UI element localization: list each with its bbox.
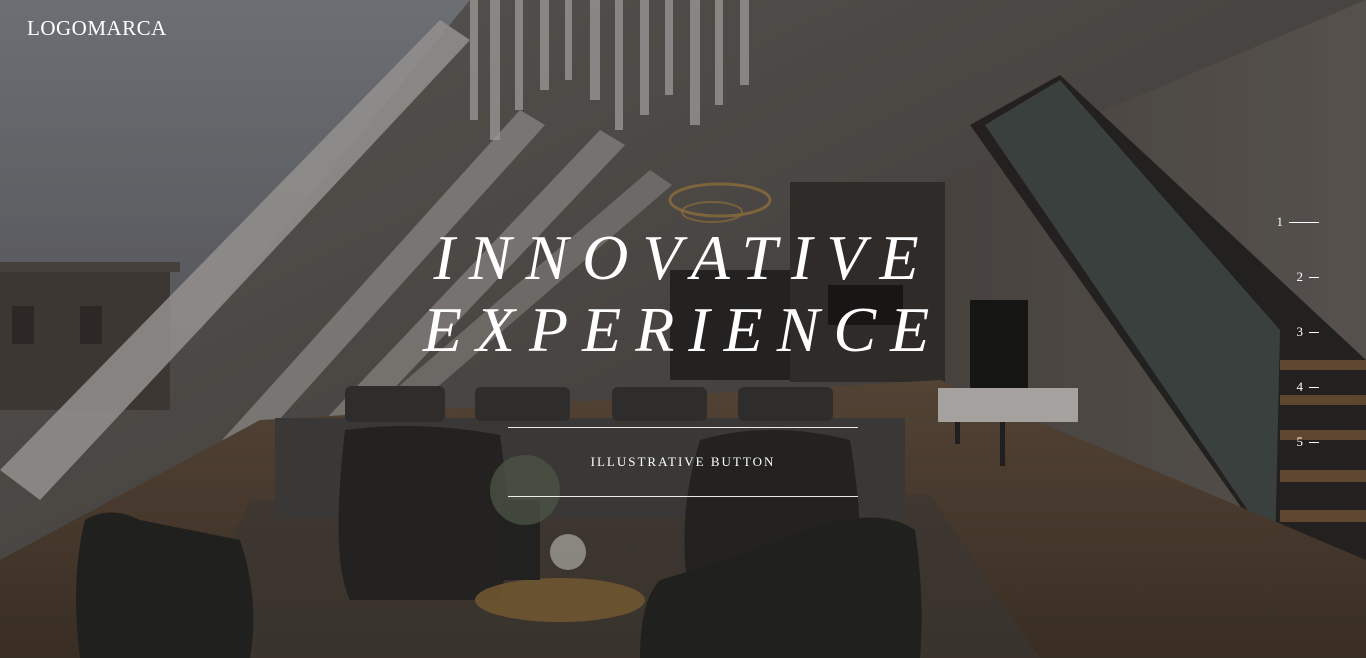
slide-indicator-line (1309, 386, 1319, 388)
logo-link[interactable]: LOGOMARCA (27, 16, 167, 41)
illustrative-button[interactable]: ILLUSTRATIVE BUTTON (508, 427, 858, 497)
slide-nav-item-3[interactable]: 3 (1239, 323, 1319, 341)
slide-nav-item-4[interactable]: 4 (1239, 378, 1319, 396)
slide-indicator-line (1309, 441, 1319, 443)
headline-line-1: INNOVATIVE (433, 222, 933, 293)
hero-section: LOGOMARCA INNOVATIVE EXPERIENCE ILLUSTRA… (0, 0, 1366, 658)
slide-nav-item-1[interactable]: 1 (1239, 213, 1319, 231)
slide-pagination: 1 2 3 4 5 (1239, 213, 1319, 488)
slide-indicator-line (1289, 221, 1319, 223)
slide-indicator-line (1309, 331, 1319, 333)
hero-headline: INNOVATIVE EXPERIENCE (383, 222, 983, 366)
slide-number: 1 (1276, 214, 1284, 229)
slide-nav-item-2[interactable]: 2 (1239, 268, 1319, 286)
slide-number: 5 (1296, 434, 1304, 449)
slide-nav-item-5[interactable]: 5 (1239, 433, 1319, 451)
slide-number: 4 (1296, 379, 1304, 394)
headline-line-2: EXPERIENCE (422, 294, 944, 365)
slide-indicator-line (1309, 276, 1319, 278)
slide-number: 2 (1296, 269, 1304, 284)
slide-number: 3 (1296, 324, 1304, 339)
